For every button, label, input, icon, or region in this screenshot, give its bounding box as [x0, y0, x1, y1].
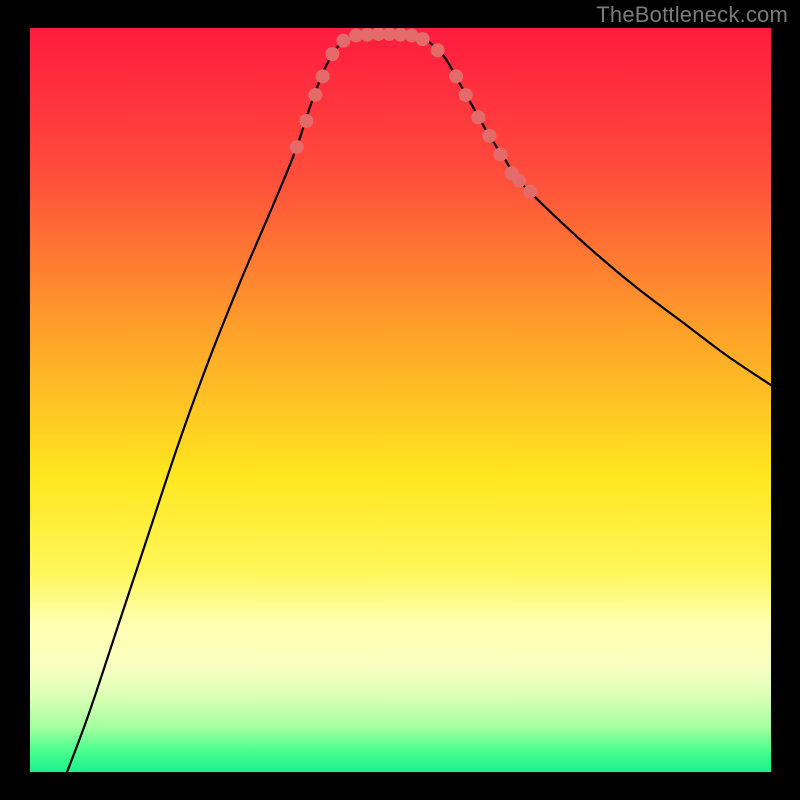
chart-container: TheBottleneck.com	[0, 0, 800, 800]
curve-marker	[482, 129, 496, 143]
bottleneck-chart	[0, 0, 800, 800]
curve-marker	[416, 32, 430, 46]
curve-marker	[308, 88, 322, 102]
curve-marker	[431, 43, 445, 57]
curve-marker	[494, 147, 508, 161]
watermark-text: TheBottleneck.com	[596, 2, 788, 28]
curve-marker	[471, 110, 485, 124]
curve-marker	[336, 34, 350, 48]
curve-marker	[299, 114, 313, 128]
curve-marker	[523, 185, 537, 199]
curve-marker	[290, 140, 304, 154]
curve-marker	[449, 69, 463, 83]
plot-background-gradient	[30, 28, 771, 772]
curve-marker	[325, 47, 339, 61]
curve-marker	[316, 69, 330, 83]
curve-marker	[459, 88, 473, 102]
curve-marker	[512, 174, 526, 188]
